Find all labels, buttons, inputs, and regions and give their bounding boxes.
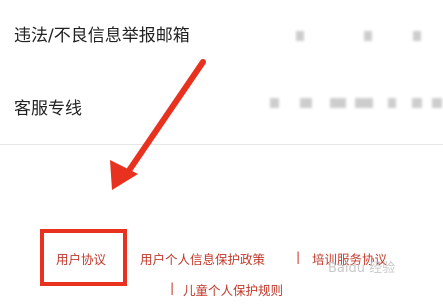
watermark: Baidu 经验 [328, 261, 396, 276]
